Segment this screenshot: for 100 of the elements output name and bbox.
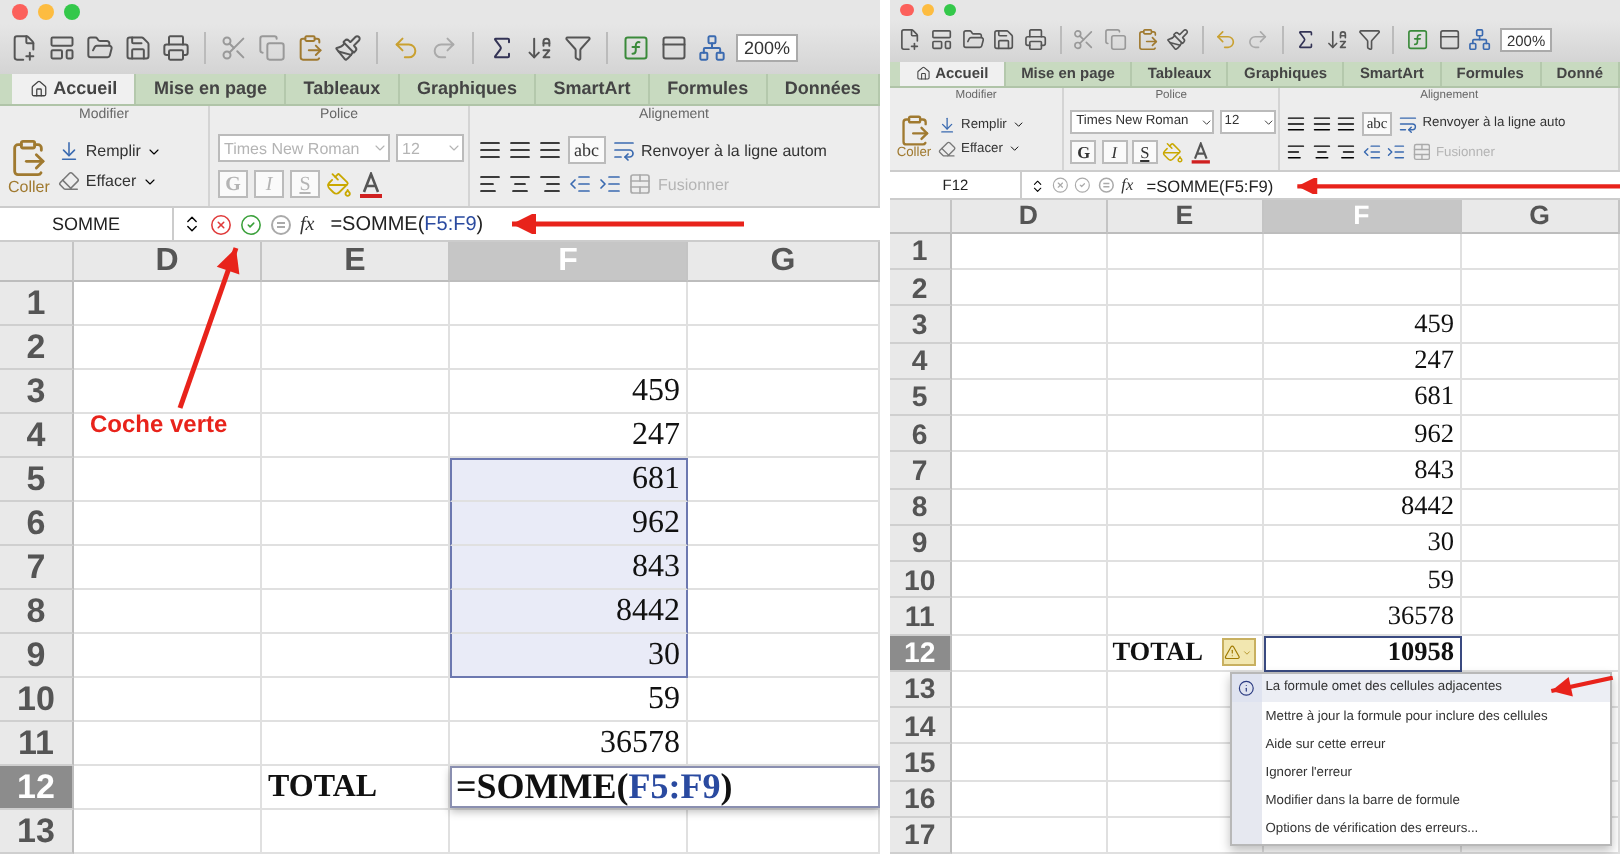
name-box[interactable]: SOMME (0, 208, 174, 240)
network-icon[interactable] (1468, 28, 1492, 52)
empty-cell[interactable] (1461, 598, 1620, 635)
row-header[interactable]: 8 (0, 590, 74, 634)
empty-cell[interactable] (1263, 233, 1461, 270)
printer-icon[interactable] (162, 34, 190, 63)
italic-button[interactable]: I (1101, 140, 1127, 165)
network-icon[interactable] (698, 34, 726, 63)
row-header[interactable]: 8 (890, 489, 952, 526)
wrap-text-button[interactable]: Renvoyer à la ligne autom (611, 138, 827, 163)
ribbon-tab[interactable]: Formules (1441, 61, 1542, 86)
align-bottom-icon[interactable] (1336, 113, 1357, 134)
empty-cell[interactable] (1107, 598, 1264, 635)
empty-cell[interactable] (1461, 489, 1620, 526)
empty-cell[interactable] (262, 810, 450, 854)
align-center-icon[interactable] (1311, 142, 1332, 163)
align-middle-icon[interactable] (1311, 113, 1332, 134)
row-header[interactable]: 9 (890, 525, 952, 562)
empty-cell[interactable] (688, 282, 880, 326)
template-icon[interactable] (48, 34, 76, 63)
save-icon[interactable] (992, 28, 1016, 52)
sort-icon[interactable] (1325, 28, 1350, 52)
empty-cell[interactable] (1107, 489, 1264, 526)
empty-cell[interactable] (1461, 562, 1620, 599)
row-header[interactable]: 16 (890, 781, 952, 818)
filter-icon[interactable] (1357, 28, 1381, 52)
select-all-corner[interactable] (0, 242, 74, 282)
redo-icon[interactable] (1246, 28, 1270, 52)
row-header[interactable]: 10 (0, 678, 74, 722)
row-header[interactable]: 12 (0, 766, 74, 810)
underline-button[interactable]: S (1131, 140, 1158, 165)
align-bottom-icon[interactable] (538, 138, 562, 163)
ribbon-tab[interactable]: Mise en page (136, 74, 287, 104)
row-header[interactable]: 6 (0, 502, 74, 546)
empty-cell[interactable] (1461, 343, 1620, 380)
error-flag-button[interactable] (1221, 638, 1257, 666)
undo-icon[interactable] (1214, 28, 1239, 52)
row-header[interactable]: 14 (890, 708, 952, 745)
align-right-icon[interactable] (538, 172, 562, 197)
empty-cell[interactable] (688, 370, 880, 414)
empty-cell[interactable] (1107, 233, 1264, 270)
copy-icon[interactable] (1103, 28, 1128, 52)
paste-icon[interactable] (1135, 28, 1159, 52)
empty-cell[interactable] (262, 282, 450, 326)
clear-button[interactable]: Effacer (57, 170, 163, 193)
redo-icon[interactable] (430, 34, 458, 63)
bold-button[interactable]: G (1070, 140, 1097, 165)
paste-icon[interactable] (296, 34, 324, 63)
stepper-icon[interactable] (182, 214, 202, 235)
format-painter-icon[interactable] (334, 34, 362, 63)
minimize-button[interactable] (921, 3, 935, 17)
ribbon-tab[interactable]: Tableaux (1132, 61, 1229, 86)
fill-color-icon[interactable] (326, 171, 352, 198)
row-header[interactable]: 5 (890, 379, 952, 416)
sum-icon[interactable] (1294, 28, 1318, 52)
empty-cell[interactable] (1107, 562, 1264, 599)
indent-increase-icon[interactable] (1386, 142, 1407, 163)
fill-color-icon[interactable] (1162, 141, 1185, 164)
empty-cell[interactable] (1461, 233, 1620, 270)
empty-cell[interactable] (450, 810, 688, 854)
row-header[interactable]: 11 (890, 598, 952, 635)
folder-icon[interactable] (86, 34, 114, 63)
template-icon[interactable] (929, 28, 953, 52)
align-middle-icon[interactable] (508, 138, 532, 163)
ribbon-tab[interactable]: Accueil (12, 74, 137, 104)
empty-cell[interactable] (1263, 270, 1461, 307)
indent-decrease-icon[interactable] (1361, 142, 1382, 163)
close-button[interactable] (899, 3, 914, 17)
zoom-button[interactable] (943, 3, 957, 17)
row-header[interactable]: 4 (0, 414, 74, 458)
ribbon-tab[interactable]: Graphiques (1228, 61, 1345, 86)
function-icon[interactable] (1405, 28, 1429, 52)
ribbon-tab[interactable]: Tableaux (286, 74, 400, 104)
row-header[interactable]: 7 (890, 452, 952, 489)
empty-cell[interactable] (1461, 416, 1620, 453)
function-button[interactable]: fx (1121, 176, 1134, 195)
format-painter-icon[interactable] (1166, 28, 1191, 52)
column-header[interactable]: D (74, 242, 262, 282)
scissors-icon[interactable] (220, 34, 248, 63)
sum-icon[interactable] (488, 34, 516, 63)
ribbon-tab[interactable]: Données (767, 74, 880, 104)
column-header[interactable]: G (688, 242, 880, 282)
row-header[interactable]: 12 (890, 635, 952, 672)
empty-cell[interactable] (1461, 525, 1620, 562)
empty-cell[interactable] (450, 282, 688, 326)
zoom-button[interactable] (64, 3, 80, 20)
column-header[interactable]: D (951, 200, 1108, 234)
empty-cell[interactable] (1107, 379, 1264, 416)
ribbon-tab[interactable]: Formules (649, 74, 768, 104)
empty-cell[interactable] (1107, 270, 1264, 307)
cancel-icon[interactable] (210, 213, 232, 236)
row-header[interactable]: 11 (0, 722, 74, 766)
empty-cell[interactable] (450, 326, 688, 370)
empty-cell[interactable] (1461, 452, 1620, 489)
empty-cell[interactable] (1107, 525, 1264, 562)
row-header[interactable]: 9 (0, 634, 74, 678)
formula-text[interactable]: =SOMME(F5:F9) (330, 213, 484, 236)
empty-cell[interactable] (262, 722, 450, 766)
column-header[interactable]: G (1461, 200, 1620, 234)
new-file-icon[interactable] (898, 28, 922, 52)
